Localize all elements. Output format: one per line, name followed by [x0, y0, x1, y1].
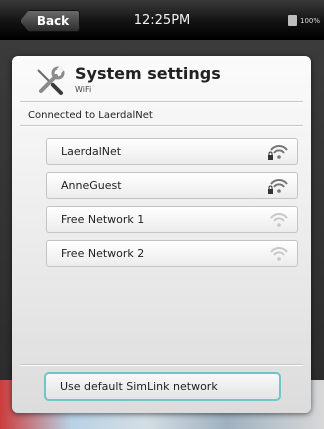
battery-indicator: 100%	[287, 15, 320, 26]
network-list: LaerdalNet AnneGuest Free Network 1 Free…	[46, 138, 298, 274]
network-name: LaerdalNet	[61, 145, 122, 158]
battery-percent: 100%	[299, 16, 320, 25]
clock: 12:25PM	[133, 13, 191, 28]
wifi-locked-icon	[268, 179, 288, 194]
settings-panel: System settings WiFi Connected to Laerda…	[12, 56, 311, 413]
wifi-icon	[270, 247, 288, 261]
network-item[interactable]: Free Network 1	[46, 206, 298, 233]
wifi-locked-icon	[268, 145, 288, 160]
footer-divider	[20, 364, 303, 366]
network-item[interactable]: LaerdalNet	[46, 138, 298, 165]
network-name: Free Network 2	[61, 247, 145, 260]
status-divider	[20, 125, 303, 127]
header-divider	[20, 101, 303, 103]
status-bar: Back 12:25PM 100%	[0, 0, 324, 40]
page-title: System settings	[75, 64, 221, 83]
use-default-network-button[interactable]: Use default SimLink network	[44, 372, 281, 401]
battery-icon	[287, 15, 297, 26]
network-item[interactable]: Free Network 2	[46, 240, 298, 267]
page-subtitle: WiFi	[75, 85, 92, 94]
wifi-icon	[270, 213, 288, 227]
wrench-screwdriver-icon	[37, 65, 65, 95]
default-button-label: Use default SimLink network	[60, 380, 218, 393]
device-frame: Back 12:25PM 100% System settings WiFi C…	[0, 0, 324, 429]
network-name: AnneGuest	[61, 179, 122, 192]
network-name: Free Network 1	[61, 213, 145, 226]
network-item[interactable]: AnneGuest	[46, 172, 298, 199]
connection-status: Connected to LaerdalNet	[28, 110, 153, 121]
